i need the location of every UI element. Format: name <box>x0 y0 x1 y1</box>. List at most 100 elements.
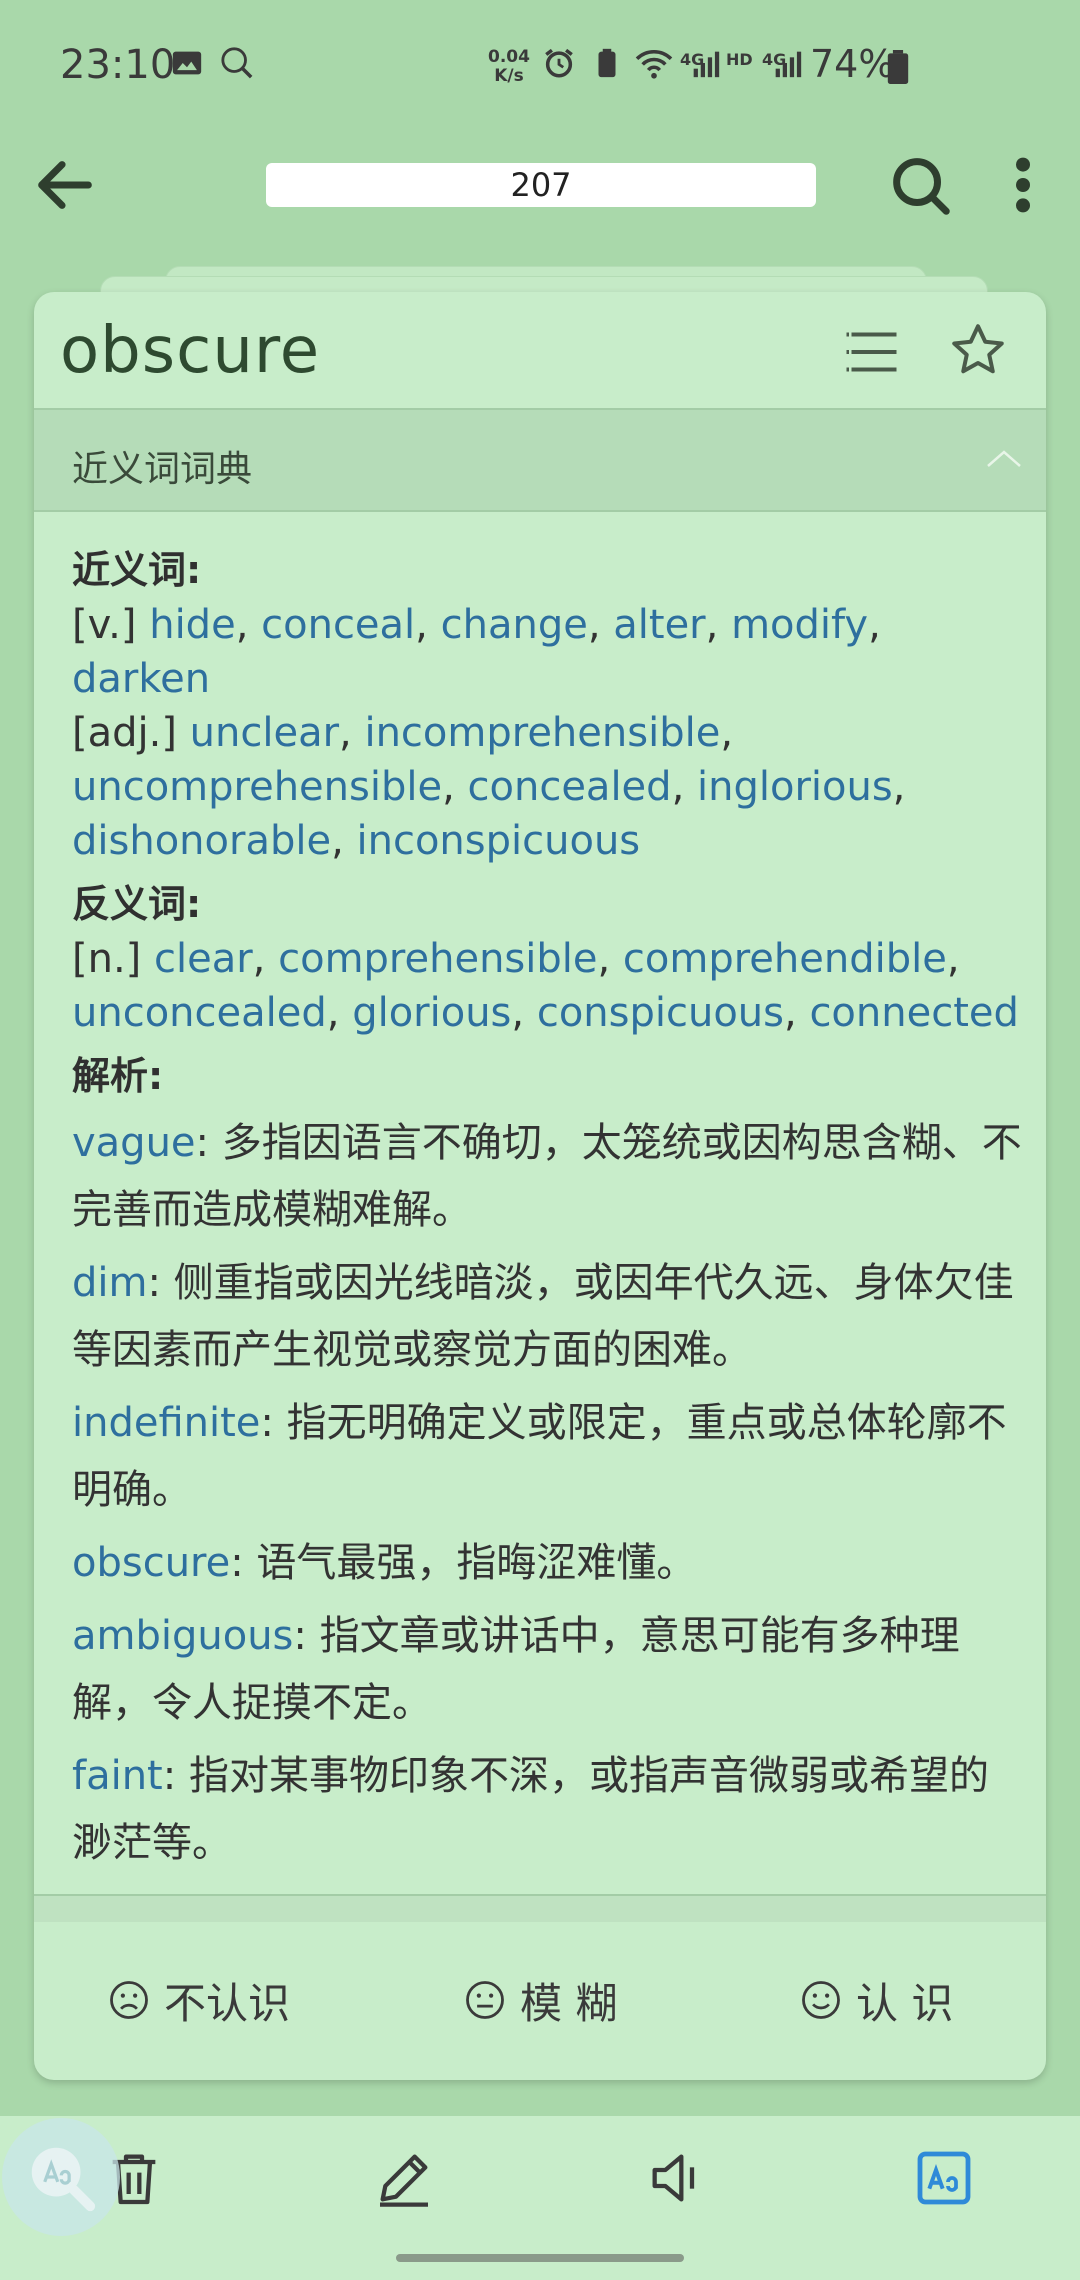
antonym-link[interactable]: unconcealed <box>72 990 327 1036</box>
synonym-link[interactable]: darken <box>72 656 210 702</box>
status-time: 23:10 <box>60 42 176 88</box>
separator: , <box>235 602 262 648</box>
separator: , <box>415 602 441 648</box>
separator: , <box>442 764 468 810</box>
synonyms-list: [v.] hide, conceal, change, alter, modif… <box>72 598 1022 868</box>
analysis-item: vague: 多指因语言不确切，太笼统或因构思含糊、不完善而造成模糊难解。 <box>72 1110 1022 1244</box>
synonym-link[interactable]: change <box>441 602 588 648</box>
analysis-list: vague: 多指因语言不确切，太笼统或因构思含糊、不完善而造成模糊难解。 dim… <box>72 1110 1022 1877</box>
synonym-link[interactable]: hide <box>149 602 235 648</box>
separator: , <box>671 764 697 810</box>
separator: , <box>326 990 353 1036</box>
separator: , <box>587 602 614 648</box>
rating-row: 不认识 模 糊 认 识 <box>34 1922 1046 2080</box>
separator: , <box>868 602 881 648</box>
analysis-text: : 语气最强，指晦涩难懂。 <box>230 1540 697 1586</box>
synonym-link[interactable]: alter <box>613 602 705 648</box>
smile-face-icon <box>802 1981 840 2019</box>
synonym-link[interactable]: uncomprehensible <box>72 764 442 810</box>
known-button[interactable]: 认 识 <box>800 1970 953 2030</box>
speaker-icon[interactable] <box>644 2146 708 2210</box>
synonym-link[interactable]: modify <box>731 602 868 648</box>
net-speed: 0.04 K/s <box>488 48 530 86</box>
search-icon[interactable] <box>880 150 960 220</box>
antonym-link[interactable]: clear <box>154 936 253 982</box>
word-card: obscure 近义词词典 近义词: [v.] hide, conceal, c… <box>34 292 1046 2080</box>
synonym-link[interactable]: conceal <box>261 602 415 648</box>
analysis-word-link[interactable]: vague <box>72 1120 196 1166</box>
font-size-icon[interactable] <box>912 2146 976 2210</box>
antonym-group: [n.] clear, comprehensible, comprehendib… <box>72 932 1022 1040</box>
list-icon[interactable] <box>844 322 904 382</box>
sad-face-icon <box>110 1981 148 2019</box>
synonym-link[interactable]: inglorious <box>697 764 893 810</box>
separator: , <box>784 990 810 1036</box>
synonym-link[interactable]: unclear <box>190 710 339 756</box>
antonyms-list: [n.] clear, comprehensible, comprehendib… <box>72 932 1022 1040</box>
separator: , <box>946 936 960 982</box>
star-icon[interactable] <box>948 320 1008 380</box>
synonyms-heading: 近义词: <box>72 548 202 592</box>
neutral-face-icon <box>466 1981 504 2019</box>
analysis-item: dim: 侧重指或因光线暗淡，或因年代久远、身体欠佳等因素而产生视觉或察觉方面的… <box>72 1250 1022 1384</box>
separator: , <box>705 602 732 648</box>
card-divider <box>34 1894 1046 1922</box>
dictionary-notification-icon <box>221 47 253 79</box>
thesaurus-section-header[interactable]: 近义词词典 <box>34 408 1046 512</box>
analysis-word-link[interactable]: faint <box>72 1753 163 1799</box>
antonym-link[interactable]: comprehensible <box>278 936 597 982</box>
unknown-button[interactable]: 不认识 <box>108 1970 290 2030</box>
separator: , <box>597 936 623 982</box>
synonym-group: [adj.] unclear, incomprehensible, uncomp… <box>72 706 1022 868</box>
battery-percent: 74% <box>810 42 895 86</box>
net-speed-value: 0.04 <box>488 47 530 67</box>
analysis-text: : 指对某事物印象不深，或指声音微弱或希望的渺茫等。 <box>72 1753 989 1866</box>
net-speed-unit: K/s <box>494 66 524 86</box>
part-of-speech: [n.] <box>72 936 154 982</box>
part-of-speech: [adj.] <box>72 710 190 756</box>
signal-bars-icon-2 <box>775 51 802 78</box>
analysis-word-link[interactable]: obscure <box>72 1540 230 1586</box>
hd-label: HD <box>726 50 753 69</box>
home-indicator[interactable] <box>396 2254 684 2262</box>
analysis-item: indefinite: 指无明确定义或限定，重点或总体轮廓不明确。 <box>72 1390 1022 1524</box>
arrow-left-icon[interactable] <box>30 150 100 220</box>
lookup-fab[interactable] <box>2 2118 120 2236</box>
section-title: 近义词词典 <box>72 449 253 490</box>
synonym-link[interactable]: dishonorable <box>72 818 331 864</box>
separator: , <box>892 764 906 810</box>
separator: , <box>511 990 537 1036</box>
battery-icon <box>887 50 909 84</box>
antonym-link[interactable]: comprehendible <box>623 936 947 982</box>
analysis-word-link[interactable]: indefinite <box>72 1400 260 1446</box>
analysis-word-link[interactable]: dim <box>72 1260 147 1306</box>
synonym-link[interactable]: inconspicuous <box>357 818 641 864</box>
status-bar: 23:10 0.04 K/s 4G HD 4G 74% <box>0 0 1080 140</box>
lookup-magnifier-icon <box>31 2147 96 2212</box>
analysis-heading: 解析: <box>72 1054 164 1098</box>
unknown-label: 不认识 <box>164 1978 291 2028</box>
gallery-icon <box>172 51 202 75</box>
antonym-link[interactable]: glorious <box>352 990 511 1036</box>
signal-bars-icon <box>693 51 720 78</box>
synonym-group: [v.] hide, conceal, change, alter, modif… <box>72 598 1022 706</box>
antonym-link[interactable]: conspicuous <box>537 990 784 1036</box>
thesaurus-content: 近义词: [v.] hide, conceal, change, alter, … <box>72 542 1022 1877</box>
battery-saver-icon <box>598 48 616 78</box>
edit-icon[interactable] <box>372 2146 436 2210</box>
wifi-icon <box>635 49 673 79</box>
vague-button[interactable]: 模 糊 <box>464 1970 617 2030</box>
synonym-link[interactable]: concealed <box>468 764 672 810</box>
analysis-word-link[interactable]: ambiguous <box>72 1613 293 1659</box>
analysis-item: ambiguous: 指文章或讲话中，意思可能有多种理解，令人捉摸不定。 <box>72 1603 1022 1737</box>
analysis-text: : 多指因语言不确切，太笼统或因构思含糊、不完善而造成模糊难解。 <box>72 1120 1022 1233</box>
analysis-text: : 侧重指或因光线暗淡，或因年代久远、身体欠佳等因素而产生视觉或察觉方面的困难。 <box>72 1260 1014 1373</box>
page-number-input[interactable]: 207 <box>266 163 816 207</box>
separator: , <box>331 818 357 864</box>
more-vertical-icon[interactable] <box>1000 150 1046 220</box>
analysis-item: faint: 指对某事物印象不深，或指声音微弱或希望的渺茫等。 <box>72 1743 1022 1877</box>
synonym-link[interactable]: incomprehensible <box>364 710 720 756</box>
antonym-link[interactable]: connected <box>809 990 1018 1036</box>
separator: , <box>252 936 279 982</box>
chevron-up-icon[interactable] <box>984 446 1024 470</box>
